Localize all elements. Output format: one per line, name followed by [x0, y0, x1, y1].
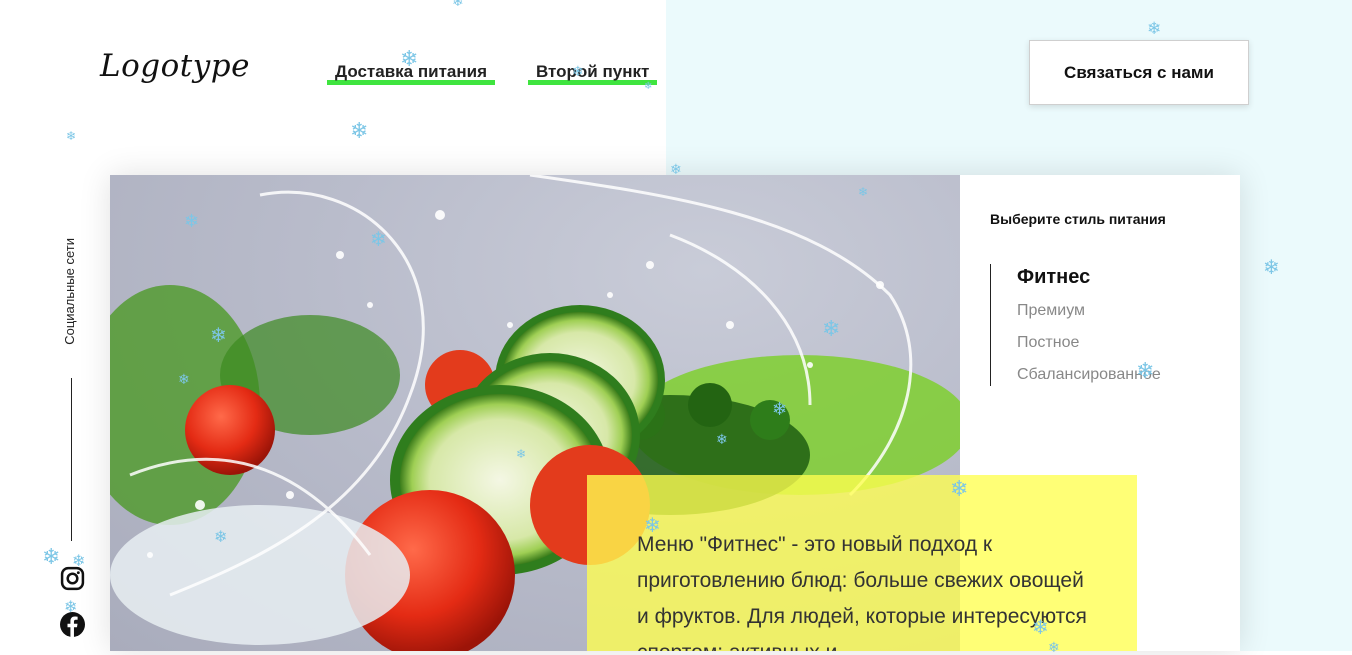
menu-divider-line	[990, 264, 991, 386]
description-box: Меню "Фитнес" - это новый подход к приго…	[587, 475, 1137, 651]
snowflake-icon: ❄	[950, 476, 969, 501]
snowflake-icon: ❄	[350, 118, 369, 143]
snowflake-icon: ❄	[1032, 617, 1049, 639]
snowflake-icon: ❄	[644, 81, 653, 92]
logo[interactable]: Logotype	[100, 48, 250, 84]
snowflake-icon: ❄	[822, 316, 841, 341]
menu-item-premium[interactable]: Премиум	[1017, 302, 1085, 320]
snowflake-icon: ❄	[1048, 639, 1060, 655]
menu-item-fitness[interactable]: Фитнес	[1017, 266, 1090, 289]
snowflake-icon: ❄	[1263, 257, 1280, 279]
snowflake-icon: ❄	[184, 211, 200, 231]
snowflake-icon: ❄	[1147, 19, 1162, 38]
snowflake-icon: ❄	[42, 544, 61, 569]
snowflake-icon: ❄	[370, 229, 387, 251]
snowflake-icon: ❄	[178, 371, 190, 387]
snowflake-icon: ❄	[66, 129, 77, 143]
snowflake-icon: ❄	[644, 515, 661, 537]
snowflake-icon: ❄	[670, 161, 682, 177]
description-text: Меню "Фитнес" - это новый подход к приго…	[637, 533, 1087, 651]
snowflake-icon: ❄	[772, 399, 788, 419]
snowflake-icon: ❄	[572, 63, 584, 79]
snowflake-icon: ❄	[716, 431, 728, 447]
snowflake-icon: ❄	[72, 553, 86, 570]
contact-us-button[interactable]: Связаться с нами	[1029, 40, 1249, 105]
snowflake-icon: ❄	[64, 599, 78, 616]
nav-link-label: Второй пункт	[536, 62, 650, 81]
snowflake-icon: ❄	[400, 46, 419, 71]
nutrition-style-title: Выберите стиль питания	[990, 211, 1166, 227]
social-networks-label: Социальные сети	[62, 238, 77, 345]
snowflake-icon: ❄	[1136, 358, 1155, 383]
snowflake-icon: ❄	[210, 325, 227, 347]
menu-item-lenten[interactable]: Постное	[1017, 334, 1079, 352]
snowflake-icon: ❄	[516, 447, 527, 461]
social-divider-line	[71, 378, 72, 541]
snowflake-icon: ❄	[858, 185, 869, 199]
nav-link-second-item[interactable]: Второй пункт	[528, 62, 658, 85]
snowflake-icon: ❄	[452, 0, 464, 9]
snowflake-icon: ❄	[214, 529, 228, 546]
